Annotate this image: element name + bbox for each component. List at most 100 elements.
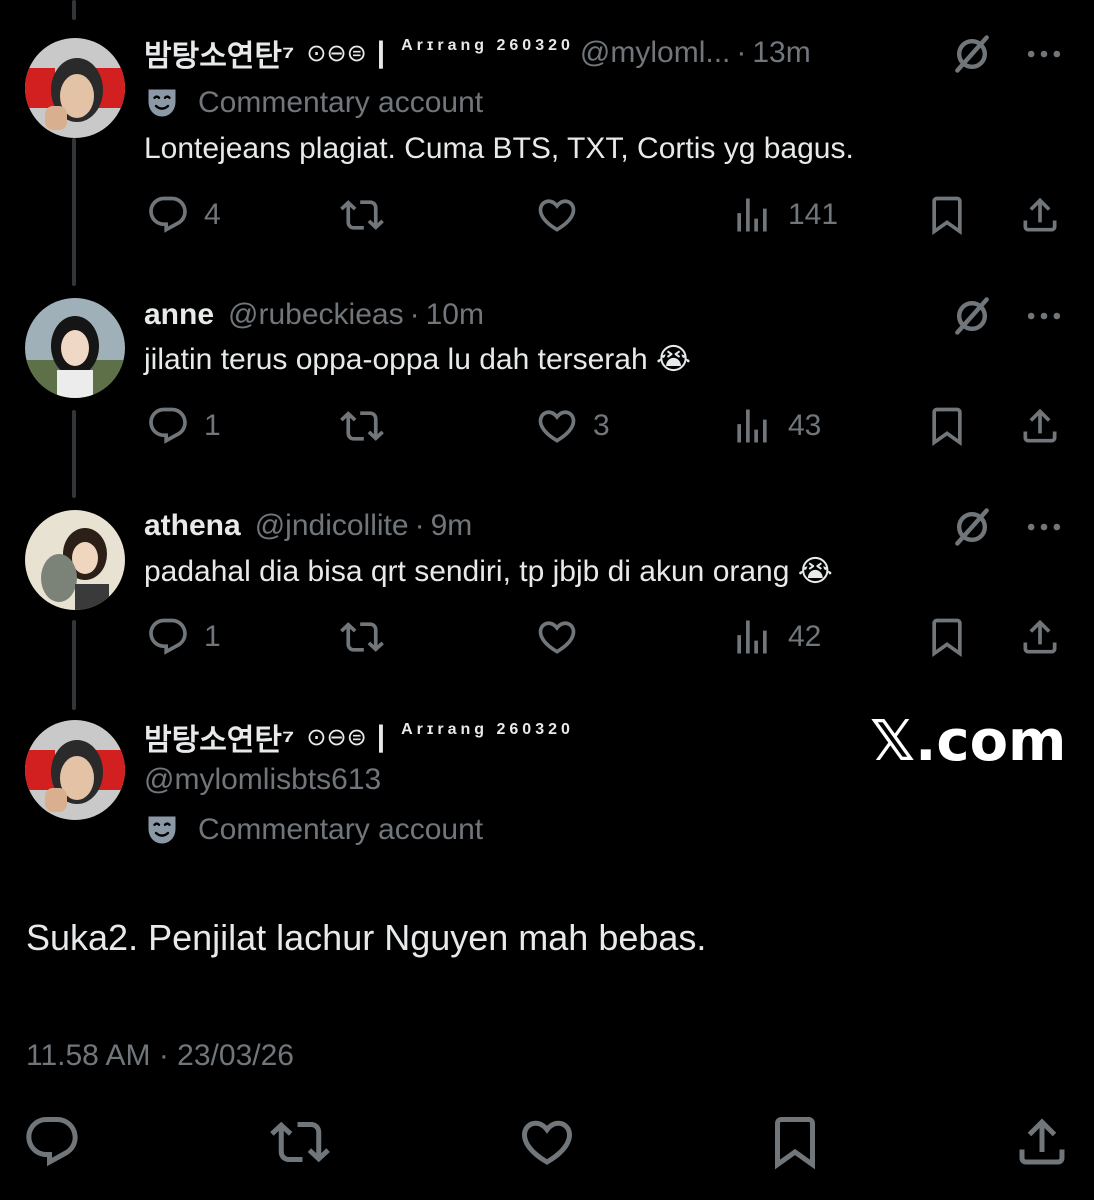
post-time[interactable]: 9m: [431, 509, 473, 543]
avatar[interactable]: [25, 510, 125, 610]
share-icon: [1018, 404, 1062, 448]
reply-count: 1: [204, 620, 221, 653]
bookmark-button[interactable]: [925, 190, 969, 240]
more-icon[interactable]: [1022, 294, 1066, 338]
grok-icon[interactable]: [950, 505, 994, 549]
views-button[interactable]: 141: [730, 190, 838, 240]
main-post-text: Suka2. Penjilat lachur Nguyen mah bebas.: [26, 917, 707, 958]
reply-button[interactable]: [22, 1112, 82, 1172]
reply-header: anne @rubeckieas · 10m: [144, 295, 484, 335]
reply-button[interactable]: 4: [146, 190, 221, 240]
tweet-text: padahal dia bisa qrt sendiri, tp jbjb di…: [144, 555, 833, 588]
display-name[interactable]: athena: [144, 509, 241, 543]
share-icon: [1018, 193, 1062, 237]
display-name[interactable]: 밤탕소연탄⁷: [144, 715, 294, 759]
display-name[interactable]: anne: [144, 298, 214, 332]
like-icon: [535, 404, 579, 448]
separator: ·: [409, 298, 420, 331]
flair-text: Arɪrang 260320: [401, 721, 574, 738]
reply-header: 밤탕소연탄⁷ ⊙⊖⊜ | Arɪrang 260320 @myloml... ·…: [144, 33, 811, 73]
account-label-text: Commentary account: [198, 86, 484, 119]
separator: ·: [414, 509, 425, 542]
like-icon: [535, 193, 579, 237]
tweet-text: Lontejeans plagiat. Cuma BTS, TXT, Corti…: [144, 132, 854, 165]
thread-line: [72, 410, 76, 498]
more-icon[interactable]: [1022, 505, 1066, 549]
flair-bar: |: [376, 720, 386, 753]
flair-text: Arɪrang 260320: [401, 37, 574, 54]
share-button[interactable]: [1018, 401, 1062, 451]
share-button[interactable]: [1012, 1112, 1072, 1172]
views-button[interactable]: 43: [730, 401, 821, 451]
views-icon: [730, 193, 774, 237]
bookmark-icon: [925, 404, 969, 448]
reply-icon: [146, 404, 190, 448]
flair-bar: |: [376, 36, 386, 69]
share-icon: [1018, 615, 1062, 659]
like-button[interactable]: 3: [535, 401, 610, 451]
account-label-text: Commentary account: [198, 813, 484, 846]
bookmark-icon: [925, 615, 969, 659]
like-button[interactable]: [517, 1112, 577, 1172]
reply-button[interactable]: 1: [146, 401, 221, 451]
reply-icon: [22, 1112, 82, 1172]
separator: ·: [736, 36, 747, 69]
share-icon: [1012, 1112, 1072, 1172]
bookmark-button[interactable]: [765, 1112, 825, 1172]
flair-circles: ⊙⊖⊜: [306, 723, 367, 751]
bookmark-icon: [765, 1112, 825, 1172]
like-count: 3: [593, 409, 610, 442]
avatar[interactable]: [25, 38, 125, 138]
reply-count: 4: [204, 198, 221, 231]
grok-icon[interactable]: [950, 294, 994, 338]
thread-line: [72, 620, 76, 710]
retweet-icon: [340, 615, 384, 659]
post-time[interactable]: 13m: [752, 36, 810, 70]
reply-count: 1: [204, 409, 221, 442]
thread-line: [72, 0, 76, 20]
views-icon: [730, 615, 774, 659]
thread-line: [72, 138, 76, 286]
more-icon[interactable]: [1022, 32, 1066, 76]
avatar[interactable]: [25, 720, 125, 820]
account-label: Commentary account: [144, 83, 483, 123]
post-time[interactable]: 10m: [426, 298, 484, 332]
bookmark-button[interactable]: [925, 612, 969, 662]
reply-icon: [146, 193, 190, 237]
retweet-icon: [340, 193, 384, 237]
reply-header: athena @jndicollite · 9m: [144, 506, 472, 546]
retweet-icon: [340, 404, 384, 448]
bookmark-button[interactable]: [925, 401, 969, 451]
handle[interactable]: @rubeckieas: [228, 298, 404, 332]
like-icon: [517, 1112, 577, 1172]
theater-mask-icon: [144, 85, 180, 121]
reply-button[interactable]: 1: [146, 612, 221, 662]
retweet-icon: [270, 1112, 330, 1172]
watermark: 𝕏.com: [870, 712, 1066, 772]
share-button[interactable]: [1018, 190, 1062, 240]
tweet-text: jilatin terus oppa-oppa lu dah terserah …: [144, 343, 692, 376]
retweet-button[interactable]: [340, 190, 398, 240]
view-count: 42: [788, 620, 822, 653]
reply-icon: [146, 615, 190, 659]
views-button[interactable]: 42: [730, 612, 821, 662]
handle[interactable]: @myloml...: [580, 36, 730, 70]
retweet-button[interactable]: [270, 1112, 330, 1172]
retweet-button[interactable]: [340, 401, 398, 451]
main-post-handle-line: @mylomlisbts613: [144, 760, 381, 800]
views-icon: [730, 404, 774, 448]
share-button[interactable]: [1018, 612, 1062, 662]
view-count: 141: [788, 198, 839, 231]
handle[interactable]: @jndicollite: [255, 509, 409, 543]
grok-icon[interactable]: [950, 32, 994, 76]
retweet-button[interactable]: [340, 612, 398, 662]
avatar[interactable]: [25, 298, 125, 398]
theater-mask-icon: [144, 812, 180, 848]
like-button[interactable]: [535, 190, 593, 240]
post-timestamp[interactable]: 11.58 AM · 23/03/26: [26, 1036, 294, 1076]
display-name[interactable]: 밤탕소연탄⁷: [144, 31, 294, 75]
x-logo-watermark: 𝕏.com: [870, 709, 1067, 774]
like-button[interactable]: [535, 612, 593, 662]
view-count: 43: [788, 409, 822, 442]
handle[interactable]: @mylomlisbts613: [144, 763, 381, 797]
